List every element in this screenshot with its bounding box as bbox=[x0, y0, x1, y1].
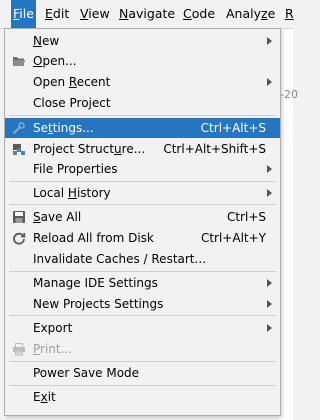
main-menu-bar: File Edit View Navigate Code Analyze R bbox=[0, 0, 296, 29]
menu-item-label: New Projects Settings bbox=[33, 297, 164, 311]
menu-item-label: Close Project bbox=[33, 96, 111, 110]
menu-file[interactable]: File bbox=[11, 0, 36, 28]
menu-item-save-all[interactable]: Save All Ctrl+S bbox=[5, 207, 280, 227]
menu-item-print: Print... bbox=[5, 339, 280, 359]
menu-item-label: Open Recent bbox=[33, 75, 111, 89]
menu-item-label: Manage IDE Settings bbox=[33, 276, 158, 290]
menu-item-open[interactable]: Open... bbox=[5, 51, 280, 71]
menu-item-label: Print... bbox=[33, 342, 73, 356]
menu-item-reload-all[interactable]: Reload All from Disk Ctrl+Alt+Y bbox=[5, 228, 280, 248]
submenu-arrow-icon bbox=[267, 324, 272, 332]
menu-separator bbox=[9, 204, 276, 205]
submenu-arrow-icon bbox=[267, 37, 272, 45]
menu-item-label: Settings... bbox=[33, 121, 94, 135]
menu-navigate[interactable]: Navigate bbox=[117, 0, 177, 28]
submenu-arrow-icon bbox=[267, 78, 272, 86]
menu-code[interactable]: Code bbox=[181, 0, 217, 28]
menu-item-label: Exit bbox=[33, 390, 56, 404]
menu-item-label: Reload All from Disk bbox=[33, 231, 154, 245]
editor-partial-text: -20 bbox=[280, 88, 298, 101]
menu-item-open-recent[interactable]: Open Recent bbox=[5, 72, 280, 92]
menu-item-manage-ide-settings[interactable]: Manage IDE Settings bbox=[5, 273, 280, 293]
menu-separator bbox=[9, 385, 276, 386]
menu-item-label: Power Save Mode bbox=[33, 366, 140, 380]
menu-item-label: Export bbox=[33, 321, 73, 335]
menu-item-shortcut: Ctrl+Alt+Y bbox=[200, 231, 266, 245]
wrench-icon bbox=[12, 121, 26, 135]
menu-item-file-properties[interactable]: File Properties bbox=[5, 159, 280, 179]
folder-icon bbox=[12, 54, 26, 68]
menu-item-export[interactable]: Export bbox=[5, 318, 280, 338]
menu-item-close-project[interactable]: Close Project bbox=[5, 93, 280, 113]
menu-analyze[interactable]: Analyze bbox=[224, 0, 277, 28]
menu-separator bbox=[9, 271, 276, 272]
menu-item-label: Save All bbox=[33, 210, 82, 224]
menu-item-shortcut: Ctrl+Alt+Shift+S bbox=[163, 142, 266, 156]
file-menu-dropdown: New Open... Open Recent Close Project Se… bbox=[4, 28, 281, 416]
menu-refactor[interactable]: R bbox=[283, 0, 296, 28]
menu-separator bbox=[9, 115, 276, 116]
menu-item-project-structure[interactable]: Project Structure... Ctrl+Alt+Shift+S bbox=[5, 139, 280, 159]
menu-separator bbox=[9, 361, 276, 362]
menu-item-power-save-mode[interactable]: Power Save Mode bbox=[5, 363, 280, 383]
menu-item-invalidate-caches[interactable]: Invalidate Caches / Restart... bbox=[5, 249, 280, 269]
menu-item-new-projects-settings[interactable]: New Projects Settings bbox=[5, 294, 280, 314]
submenu-arrow-icon bbox=[267, 279, 272, 287]
submenu-arrow-icon bbox=[267, 300, 272, 308]
submenu-arrow-icon bbox=[267, 189, 272, 197]
menu-item-local-history[interactable]: Local History bbox=[5, 183, 280, 203]
menu-item-label: Open... bbox=[33, 54, 77, 68]
menu-item-shortcut: Ctrl+Alt+S bbox=[200, 121, 266, 135]
menu-item-label: Local History bbox=[33, 186, 111, 200]
menu-item-exit[interactable]: Exit bbox=[5, 387, 280, 407]
menu-item-label: Project Structure... bbox=[33, 142, 146, 156]
submenu-arrow-icon bbox=[267, 165, 272, 173]
menu-item-shortcut: Ctrl+S bbox=[226, 210, 266, 224]
menu-view[interactable]: View bbox=[78, 0, 112, 28]
menu-separator bbox=[9, 181, 276, 182]
menu-item-label: New bbox=[33, 34, 60, 48]
menu-edit[interactable]: Edit bbox=[43, 0, 71, 28]
menu-item-label: File Properties bbox=[33, 162, 118, 176]
refresh-icon bbox=[12, 231, 26, 245]
menu-separator bbox=[9, 315, 276, 316]
printer-icon bbox=[12, 342, 26, 356]
project-structure-icon bbox=[12, 142, 26, 156]
menu-item-settings[interactable]: Settings... Ctrl+Alt+S bbox=[5, 118, 280, 138]
save-icon bbox=[12, 210, 26, 224]
menu-item-new[interactable]: New bbox=[5, 31, 280, 51]
menu-item-label: Invalidate Caches / Restart... bbox=[33, 252, 206, 266]
